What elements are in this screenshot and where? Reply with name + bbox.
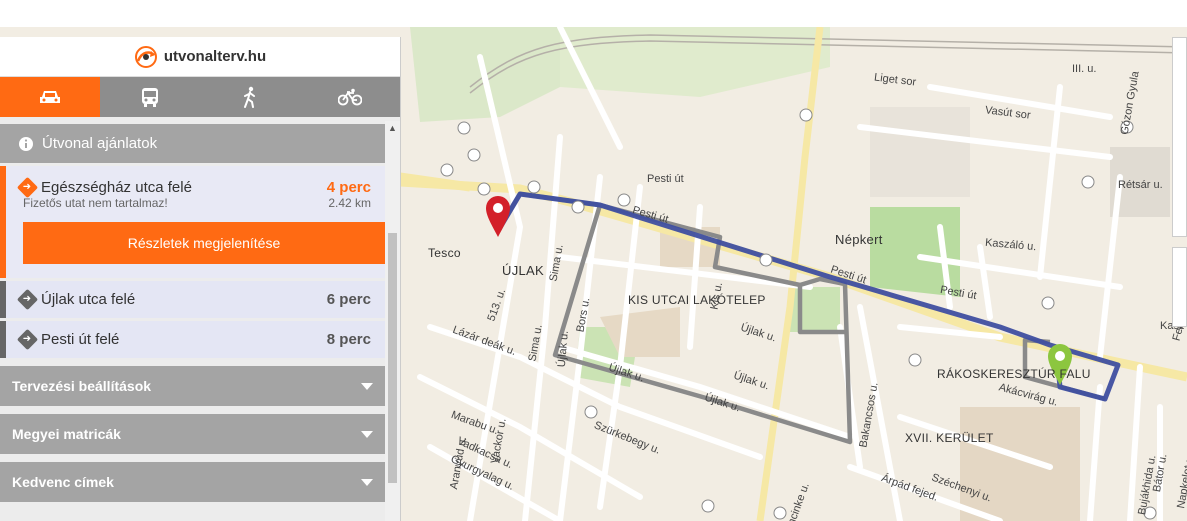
favorite-addresses-section[interactable]: Kedvenc címek xyxy=(0,462,385,502)
section-label: Tervezési beállítások xyxy=(12,378,152,394)
tab-bus[interactable] xyxy=(100,77,200,117)
map-label: RÁKOSKERESZTÚR FALU xyxy=(937,367,1091,381)
direction-icon: ➜ xyxy=(16,288,39,311)
route-title: Egészségház utca felé xyxy=(41,178,192,196)
route-option-2[interactable]: ➜ Újlak utca felé 6 perc xyxy=(0,281,385,318)
suggestions-header[interactable]: Útvonal ajánlatok xyxy=(0,121,385,163)
bus-icon xyxy=(142,88,158,107)
route-option-3[interactable]: ➜ Pesti út felé 8 perc xyxy=(0,321,385,358)
logo-bar[interactable]: utvonalterv.hu xyxy=(0,37,400,77)
travel-mode-tabs xyxy=(0,77,400,117)
map-label: Pesti út xyxy=(647,173,684,185)
chevron-down-icon xyxy=(361,382,373,390)
show-details-button[interactable]: Részletek megjelenítése xyxy=(23,222,385,264)
logo-text: utvonalterv.hu xyxy=(163,48,267,65)
map-block xyxy=(870,107,970,197)
route-title: Újlak utca felé xyxy=(41,291,136,308)
map-label: XVII. KERÜLET xyxy=(905,431,994,445)
map-block xyxy=(960,407,1080,521)
chevron-down-icon xyxy=(361,430,373,438)
tab-bike[interactable] xyxy=(300,77,400,117)
toll-note: Fizetős utat nem tartalmaz! xyxy=(23,196,168,210)
direction-icon: ➜ xyxy=(16,176,39,198)
logo-icon xyxy=(134,45,157,68)
map-label: Tesco xyxy=(428,246,461,260)
map-label: Rétsár u. xyxy=(1118,179,1163,191)
walking-icon xyxy=(244,86,255,108)
chevron-down-icon xyxy=(361,478,373,486)
panel-scrollbar[interactable]: ▲ xyxy=(385,121,400,521)
map-label: KIS UTCAI LAKÓTELEP xyxy=(628,293,766,307)
county-vignettes-section[interactable]: Megyei matricák xyxy=(0,414,385,454)
route-time: 4 perc xyxy=(326,178,371,196)
route-time: 8 perc xyxy=(326,331,371,348)
panel-content: Útvonal ajánlatok ➜ Egészségház utca fel… xyxy=(0,121,385,521)
tab-car[interactable] xyxy=(0,77,100,117)
section-label: Kedvenc címek xyxy=(12,474,114,490)
direction-icon: ➜ xyxy=(16,328,39,351)
scrollbar-thumb[interactable] xyxy=(388,233,397,483)
map-label: Népkert xyxy=(835,232,883,247)
car-icon xyxy=(40,91,60,103)
suggestions-title: Útvonal ajánlatok xyxy=(42,135,158,152)
map-toolbar[interactable] xyxy=(1172,37,1187,237)
browser-top-strip xyxy=(0,0,1187,27)
map-label: III. u. xyxy=(1072,63,1097,75)
route-title: Pesti út felé xyxy=(41,331,120,348)
planning-settings-section[interactable]: Tervezési beállítások xyxy=(0,366,385,406)
zoom-control[interactable] xyxy=(1172,247,1187,327)
route-option-1[interactable]: ➜ Egészségház utca felé 4 perc Fizetős u… xyxy=(0,166,385,278)
route-time: 6 perc xyxy=(326,291,371,308)
route-planner-panel: utvonalterv.hu Útvonal ajánlatok ➜ Egész… xyxy=(0,37,401,521)
map-tools xyxy=(1172,37,1187,521)
info-icon xyxy=(19,136,33,151)
section-label: Megyei matricák xyxy=(12,426,121,442)
route-distance: 2.42 km xyxy=(328,196,371,210)
tab-walk[interactable] xyxy=(200,77,300,117)
scroll-up-icon[interactable]: ▲ xyxy=(388,123,397,133)
map-label: ÚJLAK xyxy=(502,263,544,278)
bicycle-icon xyxy=(338,88,362,106)
park-area xyxy=(790,287,840,332)
